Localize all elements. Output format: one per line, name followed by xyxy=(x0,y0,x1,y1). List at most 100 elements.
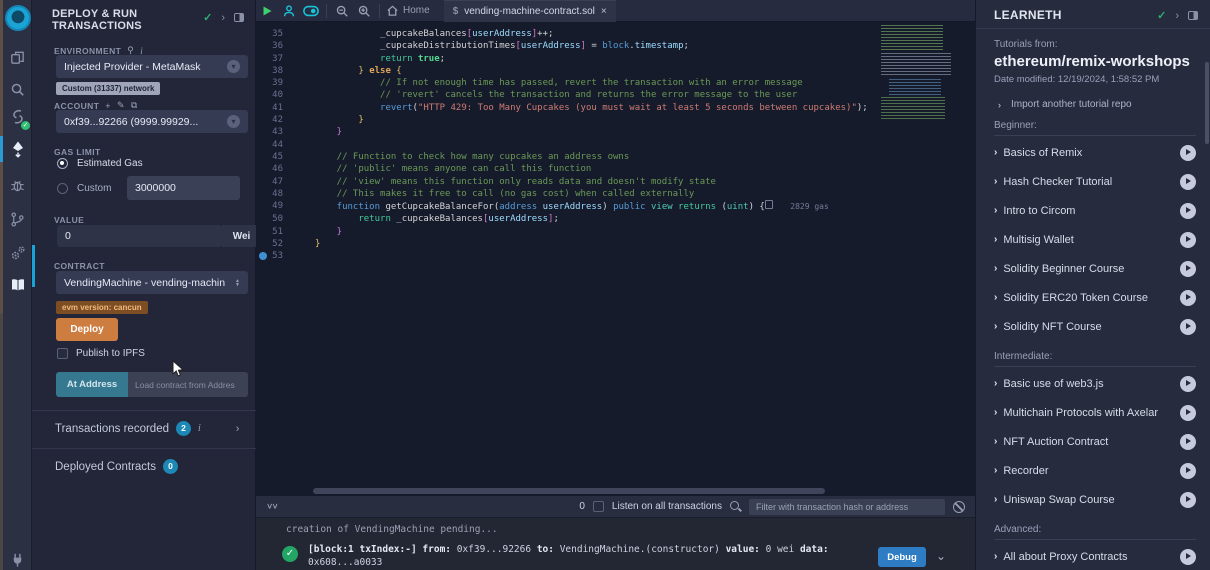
tutorial-item[interactable]: ›Hash Checker Tutorial xyxy=(994,167,1196,196)
add-account-icon[interactable]: + xyxy=(105,101,111,111)
assistant-button[interactable] xyxy=(278,0,300,22)
sidebar-item-deploy-run[interactable] xyxy=(3,136,32,162)
line-number[interactable]: 41 xyxy=(256,102,300,114)
panel-layout-icon[interactable] xyxy=(234,13,244,22)
custom-gas-radio[interactable] xyxy=(57,183,68,194)
value-input[interactable] xyxy=(57,225,222,247)
publish-ipfs-option[interactable]: Publish to IPFS xyxy=(57,348,145,359)
sidebar-item-search[interactable] xyxy=(3,76,32,102)
sidebar-item-plugin-manager[interactable] xyxy=(3,546,32,570)
chevron-right-icon[interactable]: › xyxy=(994,176,997,187)
chevron-right-icon[interactable]: › xyxy=(994,494,997,505)
play-tutorial-icon[interactable] xyxy=(1180,261,1196,277)
play-tutorial-icon[interactable] xyxy=(1180,174,1196,190)
line-number[interactable]: 46 xyxy=(256,163,300,175)
line-number[interactable]: 50 xyxy=(256,213,300,225)
line-number[interactable]: 38 xyxy=(256,65,300,77)
at-address-button[interactable]: At Address xyxy=(56,372,128,397)
sidebar-item-settings[interactable] xyxy=(3,240,32,266)
zoom-out-button[interactable] xyxy=(331,0,353,22)
home-label[interactable]: Home xyxy=(403,5,430,16)
tutorial-item[interactable]: ›NFT Auction Contract xyxy=(994,427,1196,456)
line-number[interactable]: 35 xyxy=(256,28,300,40)
transactions-info-icon[interactable]: i xyxy=(198,423,201,434)
line-number[interactable]: 44 xyxy=(256,139,300,151)
tx-expand-icon[interactable]: ⌄ xyxy=(936,549,946,563)
estimated-gas-option[interactable]: Estimated Gas xyxy=(57,158,143,169)
learneth-layout-icon[interactable] xyxy=(1188,11,1198,20)
play-tutorial-icon[interactable] xyxy=(1180,145,1196,161)
chevron-right-icon[interactable]: › xyxy=(994,147,997,158)
minimap[interactable] xyxy=(881,25,955,125)
horizontal-scrollbar[interactable] xyxy=(313,488,825,494)
zoom-in-button[interactable] xyxy=(353,0,375,22)
play-tutorial-icon[interactable] xyxy=(1180,376,1196,392)
account-select[interactable]: 0xf39...92266 (9999.99929... ▾ xyxy=(56,110,248,133)
transactions-recorded-row[interactable]: Transactions recorded 2 i › xyxy=(55,421,239,436)
line-number[interactable]: 42 xyxy=(256,114,300,126)
play-tutorial-icon[interactable] xyxy=(1180,492,1196,508)
tutorial-item[interactable]: ›Intro to Circom xyxy=(994,196,1196,225)
play-tutorial-icon[interactable] xyxy=(1180,290,1196,306)
chevron-right-icon[interactable]: › xyxy=(994,378,997,389)
line-number[interactable]: 36 xyxy=(256,40,300,52)
play-tutorial-icon[interactable] xyxy=(1180,463,1196,479)
publish-ipfs-checkbox[interactable] xyxy=(57,348,68,359)
side-panel-scrollbar[interactable] xyxy=(32,245,35,287)
deploy-button[interactable]: Deploy xyxy=(56,318,118,341)
line-number[interactable]: 37 xyxy=(256,53,300,65)
tutorial-item[interactable]: ›Solidity Beginner Course xyxy=(994,254,1196,283)
estimated-gas-radio[interactable] xyxy=(57,158,68,169)
theme-toggle-button[interactable] xyxy=(300,0,322,22)
line-number[interactable]: 40 xyxy=(256,89,300,101)
contract-select[interactable]: VendingMachine - vending-machin ▲▼ xyxy=(56,271,248,294)
chevron-right-icon[interactable]: › xyxy=(994,436,997,447)
custom-gas-input[interactable] xyxy=(127,176,240,200)
chevron-right-icon[interactable]: › xyxy=(994,263,997,274)
play-tutorial-icon[interactable] xyxy=(1180,434,1196,450)
play-tutorial-icon[interactable] xyxy=(1180,319,1196,335)
tutorial-item[interactable]: ›Multisig Wallet xyxy=(994,225,1196,254)
tutorial-item[interactable]: ›Multichain Protocols with Axelar xyxy=(994,398,1196,427)
line-number[interactable]: 43 xyxy=(256,126,300,138)
environment-select[interactable]: Injected Provider - MetaMask ▾ xyxy=(56,55,248,78)
learneth-expand-icon[interactable]: › xyxy=(1175,10,1179,22)
listen-all-checkbox[interactable] xyxy=(593,501,604,512)
tab-close-icon[interactable]: × xyxy=(601,6,607,17)
play-tutorial-icon[interactable] xyxy=(1180,203,1196,219)
environment-info-icon[interactable]: i xyxy=(140,46,143,56)
sidebar-item-solidity-compiler[interactable]: ✓ xyxy=(3,104,32,130)
play-tutorial-icon[interactable] xyxy=(1180,549,1196,565)
line-number[interactable]: 49 xyxy=(256,200,300,213)
learneth-scrollbar[interactable] xyxy=(1205,62,1209,144)
at-address-input[interactable] xyxy=(128,372,248,397)
play-tutorial-icon[interactable] xyxy=(1180,405,1196,421)
custom-gas-option[interactable]: Custom xyxy=(57,183,111,194)
run-script-button[interactable] xyxy=(256,0,278,22)
sidebar-item-file-explorer[interactable] xyxy=(3,44,32,70)
panel-expand-icon[interactable]: › xyxy=(221,12,225,24)
chevron-right-icon[interactable]: › xyxy=(994,234,997,245)
line-number[interactable]: 39 xyxy=(256,77,300,89)
import-repo-row[interactable]: › Import another tutorial repo xyxy=(976,85,1210,110)
line-number[interactable]: 48 xyxy=(256,188,300,200)
chevron-right-icon[interactable]: › xyxy=(994,465,997,476)
sidebar-item-learneth[interactable] xyxy=(3,272,32,298)
tutorial-item[interactable]: ›Basics of Remix xyxy=(994,138,1196,167)
code-editor[interactable]: 35 _cupcakeBalances[userAddress]++;36 _c… xyxy=(256,23,975,486)
deployed-contracts-row[interactable]: Deployed Contracts 0 xyxy=(55,459,178,474)
line-number[interactable]: 45 xyxy=(256,151,300,163)
line-number[interactable]: 51 xyxy=(256,226,300,238)
chevron-right-icon[interactable]: › xyxy=(994,407,997,418)
chevron-right-icon[interactable]: › xyxy=(994,551,997,562)
tutorial-item[interactable]: ›All about Proxy Contracts xyxy=(994,542,1196,570)
line-number[interactable]: 52 xyxy=(256,238,300,250)
tutorial-item[interactable]: ›Solidity ERC20 Token Course xyxy=(994,283,1196,312)
tutorial-item[interactable]: ›Uniswap Swap Course xyxy=(994,485,1196,514)
clear-console-icon[interactable] xyxy=(953,501,965,513)
sidebar-item-git[interactable] xyxy=(3,206,32,232)
play-tutorial-icon[interactable] xyxy=(1180,232,1196,248)
tab-vending-machine-contract[interactable]: $ vending-machine-contract.sol × xyxy=(444,0,616,22)
transaction-entry[interactable]: ✓ [block:1 txIndex:-] from: 0xf39...9226… xyxy=(256,535,975,570)
terminal-expand-icon[interactable]: ∨∨ xyxy=(266,502,277,511)
